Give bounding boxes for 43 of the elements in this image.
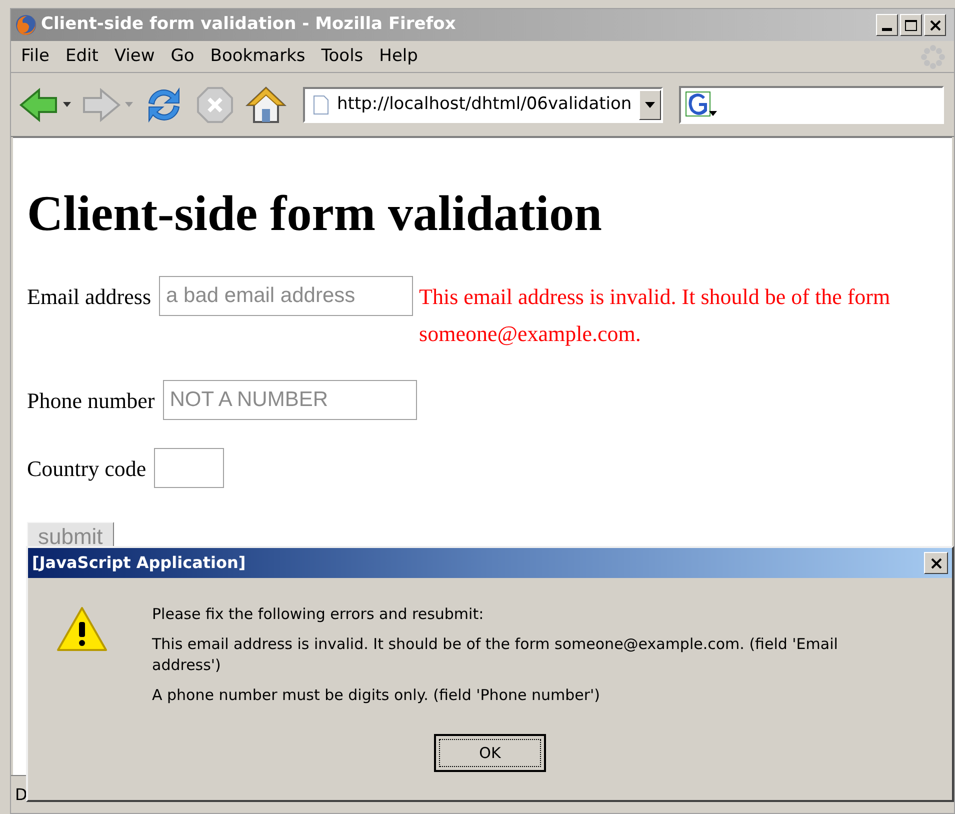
page-icon	[313, 94, 329, 114]
close-icon	[930, 558, 942, 568]
url-text: http://localhost/dhtml/06validation	[337, 92, 632, 116]
field-label: Phone number	[27, 387, 155, 415]
dialog-title: [JavaScript Application]	[32, 552, 246, 574]
dialog-close-button[interactable]	[924, 552, 948, 574]
warning-icon	[56, 606, 108, 652]
dialog-message: This email address is invalid. It should be of the form someone@example.com. (field 'Email address')	[152, 634, 839, 676]
left-arrow-icon	[19, 88, 59, 122]
minimize-button[interactable]	[876, 14, 898, 36]
window-title: Client-side form validation - Mozilla Firefox	[41, 13, 456, 36]
menu-item[interactable]: Go	[164, 44, 200, 70]
ok-button[interactable]: OK	[434, 734, 546, 772]
minimize-icon	[882, 28, 892, 31]
stop-icon	[195, 84, 235, 124]
error-message: This email address is invalid. It should be of the form someone@example.com.	[419, 283, 892, 348]
back-button[interactable]	[19, 88, 71, 122]
search-field[interactable]	[679, 86, 944, 124]
search-engine-icon	[685, 90, 719, 118]
status-text: D	[15, 784, 28, 806]
menu-item[interactable]: Tools	[315, 44, 370, 70]
home-button[interactable]	[245, 84, 287, 124]
maximize-button[interactable]	[900, 14, 922, 36]
right-arrow-icon	[81, 88, 121, 122]
house-icon	[245, 84, 287, 124]
dropdown-arrow-icon	[125, 102, 133, 107]
dialog-message: Please fix the following errors and resubmit:	[152, 604, 485, 625]
menu-item[interactable]: Bookmarks	[204, 44, 312, 70]
field-label: Email address	[27, 283, 152, 311]
menu-item[interactable]: Edit	[59, 44, 104, 70]
close-button[interactable]	[924, 14, 946, 36]
address-dropdown-button[interactable]	[639, 90, 661, 120]
dropdown-arrow-icon	[63, 102, 71, 107]
menu-item[interactable]: Help	[373, 44, 424, 70]
close-icon	[930, 20, 940, 30]
menu-item[interactable]: File	[15, 44, 56, 70]
field-label: Country code	[27, 455, 146, 483]
menu-item[interactable]: View	[108, 44, 161, 70]
maximize-icon	[905, 20, 917, 30]
address-bar[interactable]: http://localhost/dhtml/06validation	[303, 86, 663, 122]
dialog-message: A phone number must be digits only. (field 'Phone number')	[152, 685, 601, 706]
caret-icon	[645, 102, 655, 108]
page-heading: Client-side form validation	[27, 188, 603, 238]
